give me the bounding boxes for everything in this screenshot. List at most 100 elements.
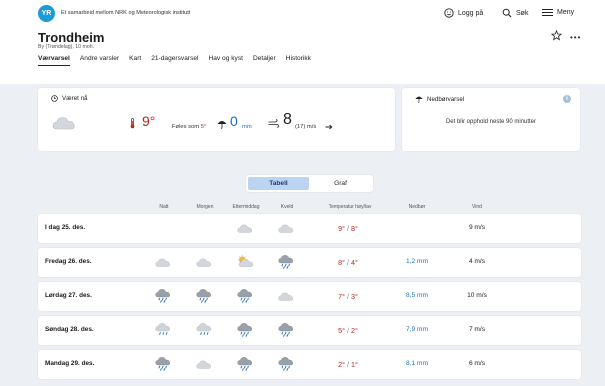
yr-logo[interactable]: YR: [38, 5, 55, 22]
tab-vaervarsel[interactable]: Værvarsel: [38, 55, 70, 66]
precipitation-amount: 8,5 mm: [406, 292, 428, 299]
temperature-low: 4°: [351, 258, 358, 267]
temperature-low: 2°: [351, 326, 358, 335]
light-rain-cloud-icon: [196, 323, 212, 342]
feels-like-value: 5°: [200, 124, 207, 130]
wind-speed: 4 m/s: [468, 258, 486, 265]
temperature-high: 9°: [338, 224, 345, 233]
day-label: Lørdag 27. des.: [45, 292, 92, 299]
current-precipitation: 0: [230, 113, 238, 129]
column-header-natt: Natt: [159, 204, 169, 210]
temperature-high-low: 9° / 8°: [318, 224, 378, 233]
forecast-day-row[interactable]: Søndag 28. des. 5° / 2° 7,9 mm 7 m/s: [38, 316, 581, 345]
current-wind-gust: (17) m/s: [295, 124, 317, 130]
temperature-high: 2°: [338, 360, 345, 369]
login-label: Logg på: [458, 9, 484, 17]
temperature-high: 8°: [338, 258, 345, 267]
rain-cloud-icon: [278, 357, 294, 376]
column-header-ettermiddag: Ettermiddag: [232, 204, 260, 210]
wind-speed: 6 m/s: [468, 360, 486, 367]
temperature-low: 8°: [351, 224, 358, 233]
forecast-tabs: Værvarsel Andre varsler Kart 21-dagersva…: [38, 55, 311, 66]
wind-icon: [268, 119, 279, 128]
column-header-temperatur: Temperatur høy/lav: [328, 204, 372, 210]
tab-hav-og-kyst[interactable]: Hav og kyst: [209, 55, 243, 66]
favorite-star-icon[interactable]: [551, 30, 562, 41]
column-header-kveld: Kveld: [280, 204, 294, 210]
partly-sunny-icon: [237, 255, 253, 273]
precipitation-forecast-text: Det blir opphold neste 90 minutter: [445, 119, 537, 125]
rain-cloud-icon: [196, 289, 212, 308]
tab-historikk[interactable]: Historikk: [286, 55, 311, 66]
cloud-icon: [196, 357, 212, 375]
wind-speed: 9 m/s: [468, 224, 486, 231]
wind-speed: 10 m/s: [467, 292, 487, 299]
tab-andre-varsler[interactable]: Andre varsler: [80, 55, 119, 66]
temperature-high-low: 2° / 1°: [318, 360, 378, 369]
toggle-tabell[interactable]: Tabell: [248, 177, 309, 190]
rain-cloud-icon: [155, 357, 171, 376]
rain-cloud-icon: [278, 323, 294, 342]
umbrella-icon: [217, 121, 227, 129]
cloud-icon: [196, 255, 212, 273]
temperature-low: 1°: [351, 360, 358, 369]
location-title: Trondheim: [38, 30, 105, 45]
site-header: YR Et samarbeid mellom NRK og Meteorolog…: [0, 0, 605, 84]
cloud-icon: [278, 289, 294, 307]
forecast-day-row[interactable]: Lørdag 27. des. 7° / 3° 8,5 mm 10 m/s: [38, 282, 581, 311]
collab-text: Et samarbeid mellom NRK og Meteorologisk…: [61, 10, 191, 16]
column-header-morgen: Morgen: [196, 204, 214, 210]
rain-cloud-icon: [278, 255, 294, 274]
toggle-graf[interactable]: Graf: [310, 177, 371, 190]
precipitation-forecast-title: Nedbørvarsel: [415, 95, 464, 103]
precipitation-amount: 7,9 mm: [406, 326, 428, 333]
wind-speed: 7 m/s: [468, 326, 486, 333]
location-subtitle: By (Trøndelag), 10 moh.: [38, 44, 95, 50]
day-label: I dag 25. des.: [45, 224, 86, 231]
current-temperature: 9°: [142, 113, 156, 129]
precipitation-forecast-card: Nedbørvarsel i Det blir opphold neste 90…: [402, 88, 580, 151]
rain-cloud-icon: [237, 323, 253, 342]
day-label: Fredag 26. des.: [45, 258, 92, 265]
more-options-icon[interactable]: •••: [570, 33, 581, 42]
forecast-day-row[interactable]: I dag 25. des. 9° / 8° 9 m/s: [38, 214, 581, 243]
menu-button[interactable]: Meny: [542, 8, 574, 17]
search-button[interactable]: Søk: [502, 8, 528, 18]
cloud-icon: [237, 221, 253, 239]
cloud-icon: [52, 117, 75, 130]
cloud-icon: [155, 255, 171, 273]
tab-kart[interactable]: Kart: [129, 55, 141, 66]
user-smile-icon: [444, 8, 454, 18]
clock-icon: [51, 95, 58, 102]
temperature-low: 3°: [351, 292, 358, 301]
current-wind-speed: 8: [283, 111, 292, 128]
feels-like-label: Føles som: [172, 124, 200, 130]
info-icon[interactable]: i: [563, 95, 571, 103]
view-toggle: Tabell Graf: [246, 175, 373, 192]
precipitation-amount: 8,1 mm: [406, 360, 428, 367]
tab-21-dagersvarsel[interactable]: 21-dagersvarsel: [151, 55, 198, 66]
hamburger-icon: [542, 9, 553, 16]
login-button[interactable]: Logg på: [444, 8, 483, 18]
day-label: Søndag 28. des.: [45, 326, 94, 333]
rain-cloud-icon: [155, 289, 171, 308]
menu-label: Meny: [557, 9, 575, 16]
forecast-day-row[interactable]: Mandag 29. des. 2° / 1° 8,1 mm 6 m/s: [38, 350, 581, 379]
current-weather-card: Været nå 9° Føles som 5° 0 mm 8 (17) m/s: [38, 88, 395, 151]
wind-direction-arrow-icon: [325, 124, 333, 130]
search-label: Søk: [516, 9, 529, 17]
tab-detaljer[interactable]: Detaljer: [253, 55, 276, 66]
rain-cloud-icon: [237, 289, 253, 308]
forecast-day-row[interactable]: Fredag 26. des. 8° / 4° 1,2 mm 4 m/s: [38, 248, 581, 277]
precipitation-amount: 1,2 mm: [406, 258, 428, 265]
current-weather-title: Været nå: [51, 95, 87, 102]
precipitation-forecast-title-text: Nedbørvarsel: [427, 95, 465, 103]
thermometer-icon: [130, 118, 135, 129]
column-header-vind: Vind: [472, 204, 482, 210]
current-precipitation-unit: mm: [242, 124, 252, 130]
light-rain-cloud-icon: [155, 323, 171, 342]
cloud-icon: [278, 221, 294, 239]
temperature-high: 7°: [338, 292, 345, 301]
umbrella-icon: [415, 96, 423, 103]
temperature-high-low: 8° / 4°: [318, 258, 378, 267]
